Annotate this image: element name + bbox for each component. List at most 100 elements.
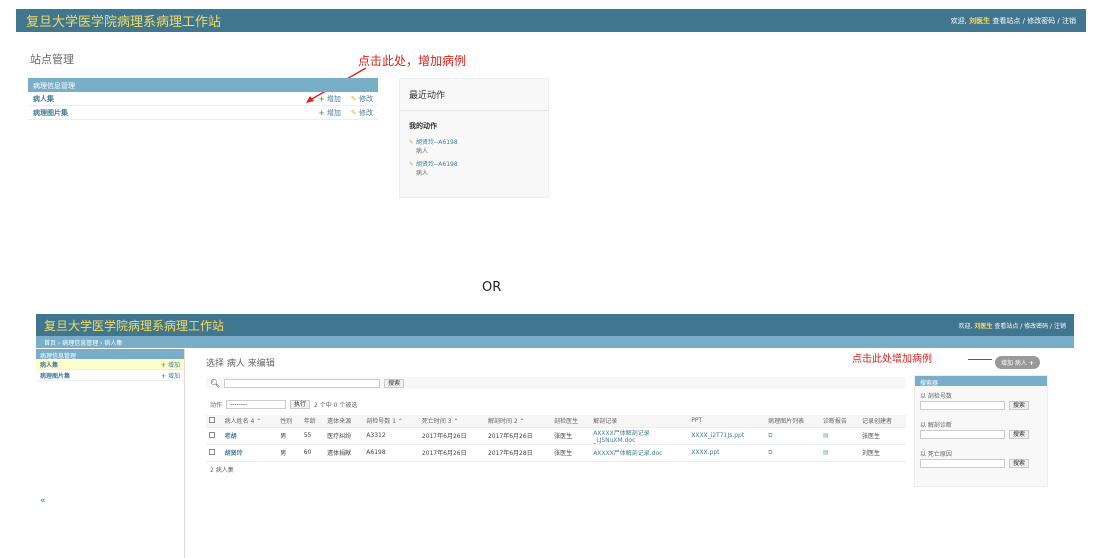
user-links[interactable]: 查看站点 / 修改密码 / 注销 — [994, 323, 1066, 330]
add-link[interactable]: 增加 — [319, 108, 341, 118]
change-link[interactable]: 修改 — [351, 108, 373, 118]
image-link-icon[interactable]: ⧉ — [768, 449, 772, 456]
cell: 医疗纠纷 — [324, 427, 364, 445]
search-button[interactable]: 搜索 — [384, 378, 405, 388]
search-icon: 🔍︎ — [210, 378, 221, 388]
search-input[interactable] — [224, 378, 381, 388]
add-patient-button[interactable]: 增加 病人 — [995, 356, 1041, 369]
annotation-arrow — [968, 359, 992, 360]
cell: 男 — [277, 427, 301, 445]
result-count: 2 病人集 — [210, 467, 234, 474]
cell: 遗体捐献 — [324, 444, 364, 462]
cell: 55 — [300, 427, 325, 445]
cell: 张医生 — [551, 427, 591, 445]
bottom-header: 复旦大学医学院病理系病理工作站 欢迎, 刘医生 查看站点 / 修改密码 / 注销 — [36, 314, 1074, 336]
site-brand[interactable]: 复旦大学医学院病理系病理工作站 — [44, 317, 224, 334]
cell: 张医生 — [551, 444, 591, 462]
cell: 2017年6月28日 — [484, 444, 552, 462]
selection-counter: 2 个中 0 个被选 — [314, 401, 358, 409]
or-separator: OR — [482, 280, 502, 295]
add-link[interactable]: 增加 — [319, 94, 341, 104]
table-row: 胡贤玲 男 60 遗体捐献 A6198 2017年6月26日 2017年6月28… — [206, 444, 906, 462]
filter-search-button[interactable]: 搜索 — [1009, 459, 1030, 468]
add-link[interactable]: 增加 — [161, 360, 180, 369]
username: 刘医生 — [969, 16, 991, 25]
annotation-text: 点击此处增加病例 — [852, 354, 932, 365]
filter-input[interactable] — [920, 430, 1005, 439]
model-link[interactable]: 病人集 — [33, 94, 54, 104]
module-row-images: 病理图片集 增加修改 — [28, 106, 378, 120]
recent-link[interactable]: 胡贤玲--A6198 — [409, 139, 458, 146]
row-checkbox[interactable] — [209, 448, 215, 455]
recent-item: 胡贤玲--A6198病人 — [400, 157, 548, 179]
cell: A6198 — [363, 444, 419, 462]
column-header[interactable]: 遗体来源 — [324, 415, 364, 428]
column-header[interactable]: 解剖时间 2 ⌃ — [484, 415, 552, 428]
module-pathology: 病理信息管理 病人集增加修改 病理图片集增加修改 — [28, 78, 378, 120]
filter-input[interactable] — [920, 459, 1005, 468]
filter-label: 以 解剖诊断 — [920, 422, 952, 429]
column-header[interactable]: PPT — [688, 415, 766, 428]
action-label: 动作 — [210, 401, 223, 409]
page-title: 站点管理 — [30, 53, 74, 66]
select-all-checkbox[interactable] — [209, 416, 215, 423]
site-brand[interactable]: 复旦大学医学院病理系病理工作站 — [26, 11, 221, 30]
user-tools: 欢迎, 刘医生 查看站点 / 修改密码 / 注销 — [958, 322, 1066, 330]
module-row-patients: 病人集 增加修改 — [28, 92, 378, 106]
filter-search-button[interactable]: 搜索 — [1009, 430, 1030, 439]
ppt-file-link[interactable]: XXXX_i2T71Js.ppt — [691, 432, 744, 439]
column-header[interactable]: 剖检号数 1 ⌃ — [363, 415, 419, 428]
search-bar: 🔍︎ 搜索 — [206, 377, 906, 389]
cell: 刘医生 — [858, 444, 906, 462]
filter-caption: 搜索器 — [915, 376, 1047, 387]
go-button[interactable]: 执行 — [290, 399, 311, 409]
filter-search-button[interactable]: 搜索 — [1009, 401, 1030, 410]
column-header[interactable]: 病人姓名 4 ⌃ — [221, 415, 278, 428]
column-header[interactable]: 记录创建者 — [858, 415, 906, 428]
filter-panel: 搜索器 以 剖检号数 搜索 以 解剖诊断 搜索 以 死亡原因 搜索 — [914, 375, 1048, 487]
sidebar-item-images[interactable]: 病理图片集增加 — [36, 370, 184, 381]
cell: A3312 — [363, 427, 419, 445]
patient-link[interactable]: 胡贤玲 — [225, 450, 243, 457]
changelist-title: 选择 病人 来编辑 — [206, 359, 275, 369]
breadcrumb[interactable]: 首页 › 病理信息管理 › 病人集 — [36, 336, 1074, 348]
recent-actions: 最近动作 我的动作 胡贤玲--A6198病人 胡贤玲--A6198病人 — [399, 78, 549, 198]
ppt-file-link[interactable]: XXXX.ppt — [691, 449, 719, 456]
model-link[interactable]: 病理图片集 — [33, 108, 68, 118]
filter-label: 以 剖检号数 — [920, 393, 952, 400]
report-icon[interactable]: ▤ — [823, 449, 829, 456]
recent-title: 最近动作 — [400, 79, 548, 111]
toggle-sidebar-button[interactable]: « — [40, 496, 46, 506]
cell: 2017年6月26日 — [418, 444, 485, 462]
filter-label: 以 死亡原因 — [920, 451, 952, 458]
cell: 男 — [277, 444, 301, 462]
column-header[interactable]: 解剖记录 — [590, 415, 689, 428]
action-select[interactable]: -------- — [226, 399, 287, 409]
column-header[interactable]: 诊断报告 — [819, 415, 859, 428]
sidebar-item-patients[interactable]: 病人集增加 — [36, 359, 184, 370]
cell: 张医生 — [858, 427, 906, 445]
column-header[interactable]: 死亡时间 3 ⌃ — [418, 415, 485, 428]
filter-input[interactable] — [920, 401, 1005, 410]
record-file-link[interactable]: AXXXX尸体解剖记录 _LJSNuXM.doc — [593, 430, 650, 444]
recent-link[interactable]: 胡贤玲--A6198 — [409, 161, 458, 168]
row-checkbox[interactable] — [209, 431, 215, 438]
module-caption[interactable]: 病理信息管理 — [28, 78, 378, 92]
column-header[interactable]: 剖检医生 — [551, 415, 591, 428]
table-row: 老胡 男 55 医疗纠纷 A3312 2017年6月26日 2017年6月26日… — [206, 427, 906, 445]
patient-link[interactable]: 老胡 — [225, 433, 237, 440]
record-file-link[interactable]: AXXXX尸体解剖记录.doc — [593, 450, 662, 457]
sidebar-caption[interactable]: 病理信息管理 — [36, 349, 184, 360]
column-header[interactable]: 性别 — [277, 415, 301, 428]
column-header[interactable]: 年龄 — [300, 415, 325, 428]
add-link[interactable]: 增加 — [161, 371, 180, 380]
column-header[interactable]: 病理图片列表 — [765, 415, 820, 428]
user-links[interactable]: 查看站点 / 修改密码 / 注销 — [992, 17, 1076, 25]
image-link-icon[interactable]: ⧉ — [768, 432, 772, 439]
cell: 2017年6月26日 — [418, 427, 485, 445]
username: 刘医生 — [974, 322, 993, 330]
report-icon[interactable]: ▤ — [823, 432, 829, 439]
recent-item: 胡贤玲--A6198病人 — [400, 135, 548, 157]
change-link[interactable]: 修改 — [351, 94, 373, 104]
actions-bar: 动作 -------- 执行 2 个中 0 个被选 — [206, 398, 906, 410]
